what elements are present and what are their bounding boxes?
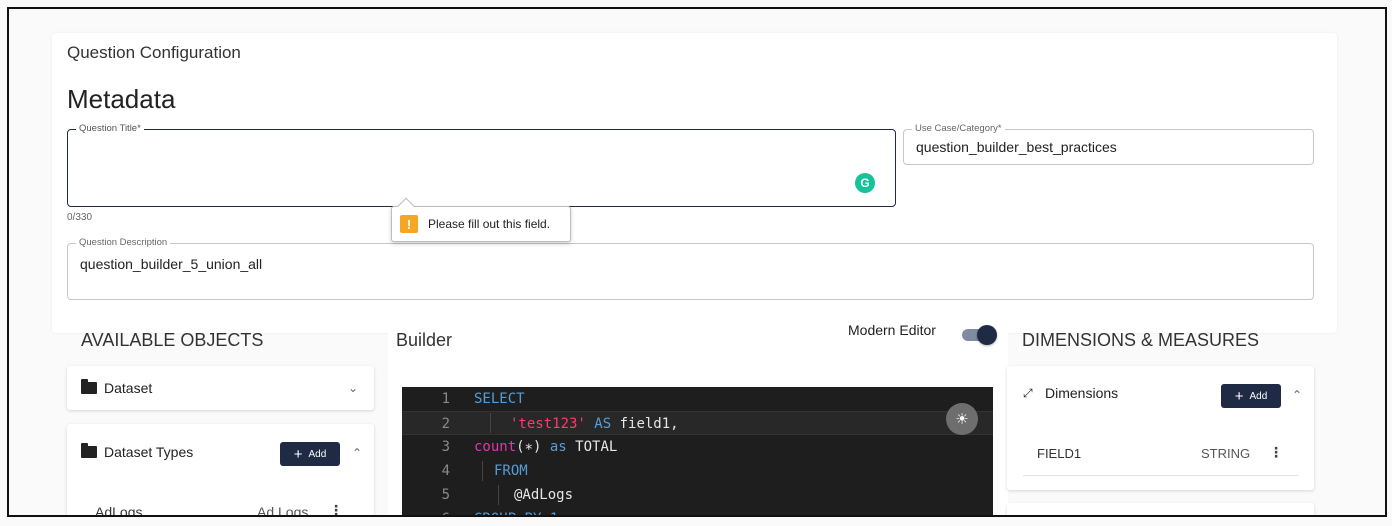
validation-tooltip: ! Please fill out this field. <box>391 197 571 242</box>
section-title: Question Configuration <box>67 43 241 62</box>
dimension-name[interactable]: FIELD1 <box>1037 446 1081 461</box>
tooltip-text: Please fill out this field. <box>428 217 551 231</box>
code-line: 3 count(∗) as TOTAL <box>402 435 993 459</box>
description-field[interactable]: Question Description question_builder_5_… <box>67 237 1314 300</box>
dimension-type: STRING <box>1201 446 1251 461</box>
warning-icon: ! <box>400 215 418 233</box>
list-item-name[interactable]: AdLogs <box>95 504 142 515</box>
dimensions-accordion[interactable]: ⤢ Dimensions + Add ⌃ FIELD1 STRING ⋮ <box>1007 366 1314 490</box>
app-frame: Question Configuration Metadata Question… <box>7 7 1387 517</box>
question-title-label: Question Title* <box>76 123 144 134</box>
builder-heading: Builder <box>396 330 453 350</box>
add-dataset-type-button[interactable]: + Add <box>280 442 340 466</box>
available-objects-heading: AVAILABLE OBJECTS <box>81 330 264 350</box>
dataset-accordion[interactable]: Dataset ⌄ <box>67 366 374 410</box>
dataset-types-label: Dataset Types <box>104 444 194 460</box>
folder-icon <box>81 379 97 394</box>
code-line: 5 @AdLogs <box>441 487 574 503</box>
dataset-label: Dataset <box>104 380 153 396</box>
use-case-label: Use Case/Category* <box>912 123 1005 134</box>
code-line: 6 GROUP BY 1 <box>402 507 993 515</box>
grammarly-icon[interactable]: G <box>855 173 875 193</box>
dimensions-label: Dimensions <box>1045 385 1119 401</box>
toggle-knob[interactable] <box>977 325 997 345</box>
chevron-up-icon[interactable]: ⌃ <box>352 446 362 460</box>
theme-toggle-icon[interactable]: ☀ <box>946 403 978 435</box>
description-label: Question Description <box>76 237 171 248</box>
description-value: question_builder_5_union_all <box>80 256 263 272</box>
list-item-type: Ad Logs <box>257 504 309 517</box>
question-title-field[interactable]: Question Title* G <box>67 123 896 207</box>
code-editor[interactable]: 1 SELECT 2 'test123' AS field1, 3 count(… <box>402 387 993 515</box>
dataset-types-accordion[interactable]: Dataset Types + Add ⌃ AdLogs Ad Logs ⋮ <box>67 424 374 517</box>
code-line: 4 FROM <box>441 463 528 479</box>
dataset-header[interactable]: Dataset ⌄ <box>67 366 374 410</box>
more-options-icon[interactable]: ⋮ <box>329 502 343 515</box>
more-options-icon[interactable]: ⋮ <box>1269 444 1283 461</box>
chevron-up-icon[interactable]: ⌃ <box>1292 388 1302 402</box>
use-case-value: question_builder_best_practices <box>916 139 1117 155</box>
code-text-line-3: count(∗) as TOTAL <box>474 439 618 455</box>
divider <box>1023 475 1298 476</box>
code-text-line-2: 'test123' AS field1, <box>510 416 679 432</box>
expand-icon: ⤢ <box>1023 386 1033 400</box>
add-dimension-button[interactable]: + Add <box>1221 384 1281 408</box>
character-counter: 0/330 <box>67 212 93 223</box>
metadata-title: Metadata <box>67 84 176 114</box>
folder-icon <box>81 443 97 458</box>
chevron-down-icon[interactable]: ⌄ <box>348 381 358 395</box>
dimensions-measures-heading: DIMENSIONS & MEASURES <box>1022 330 1260 350</box>
measures-accordion[interactable] <box>1007 503 1314 515</box>
use-case-field[interactable]: Use Case/Category* question_builder_best… <box>903 123 1314 165</box>
code-line: 1 SELECT <box>441 391 525 407</box>
modern-editor-label: Modern Editor <box>848 322 936 338</box>
